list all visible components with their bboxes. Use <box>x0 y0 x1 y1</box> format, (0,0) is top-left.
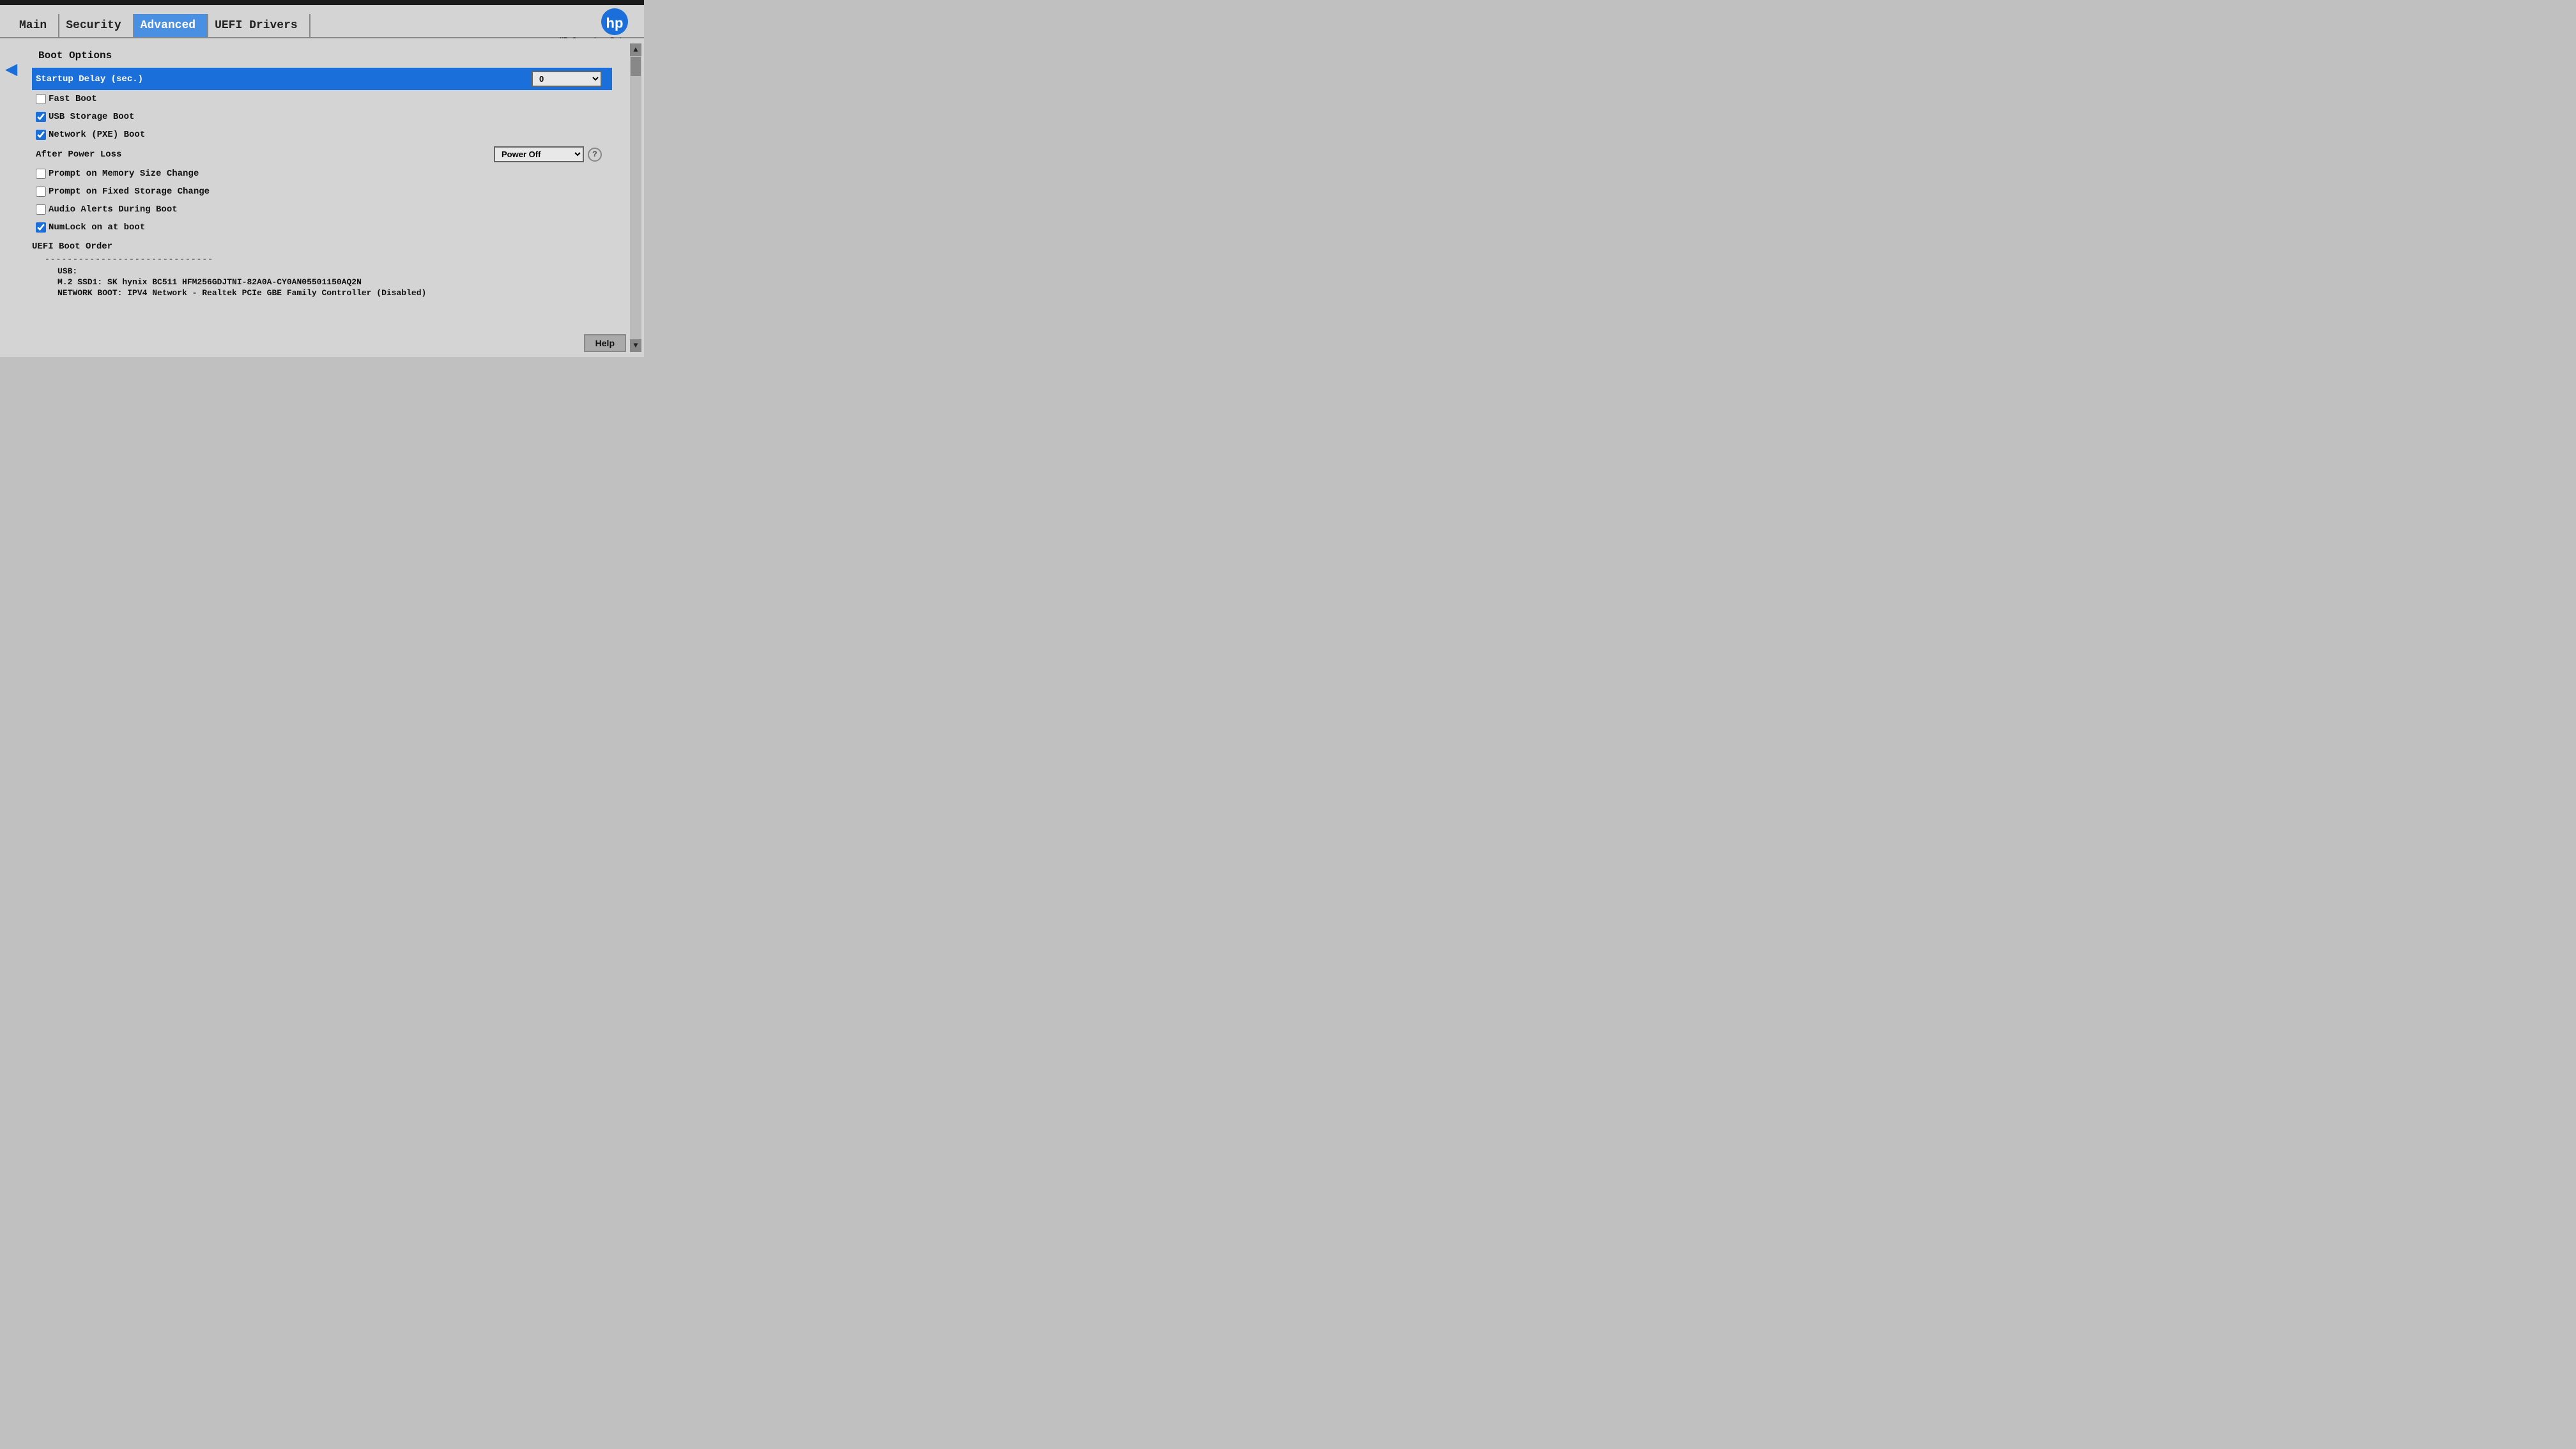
prompt-storage-checkbox[interactable] <box>36 187 46 197</box>
options-list: Startup Delay (sec.) 0 5 10 15 20 30 Fas… <box>32 68 612 236</box>
prompt-storage-row[interactable]: Prompt on Fixed Storage Change <box>32 183 612 201</box>
uefi-item-network[interactable]: NETWORK BOOT: IPV4 Network - Realtek PCI… <box>57 288 625 298</box>
hp-logo-icon: hp <box>598 8 631 36</box>
scroll-track <box>630 56 641 352</box>
usb-storage-boot-checkbox[interactable] <box>36 112 46 122</box>
fast-boot-row[interactable]: Fast Boot <box>32 90 612 108</box>
numlock-label[interactable]: NumLock on at boot <box>36 222 145 233</box>
tab-uefi-drivers[interactable]: UEFI Drivers <box>208 14 310 37</box>
svg-text:hp: hp <box>606 15 624 31</box>
audio-alerts-label[interactable]: Audio Alerts During Boot <box>36 204 178 215</box>
top-bar <box>0 0 644 5</box>
help-button[interactable]: Help <box>584 334 626 352</box>
nav-tabs: Main Security Advanced UEFI Drivers hp H… <box>0 5 644 38</box>
after-power-loss-help-icon[interactable]: ? <box>588 148 602 162</box>
prompt-storage-label[interactable]: Prompt on Fixed Storage Change <box>36 187 210 197</box>
scroll-down-button[interactable]: ▼ <box>630 339 641 352</box>
numlock-row[interactable]: NumLock on at boot <box>32 218 612 236</box>
startup-delay-control[interactable]: 0 5 10 15 20 30 <box>532 71 602 87</box>
after-power-loss-control[interactable]: Power Off Power On Previous State ? <box>494 146 602 162</box>
uefi-item-ssd[interactable]: M.2 SSD1: SK hynix BC511 HFM256GDJTNI-82… <box>57 277 625 287</box>
startup-delay-row[interactable]: Startup Delay (sec.) 0 5 10 15 20 30 <box>32 68 612 90</box>
audio-alerts-row[interactable]: Audio Alerts During Boot <box>32 201 612 218</box>
prompt-memory-label[interactable]: Prompt on Memory Size Change <box>36 169 199 179</box>
prompt-memory-checkbox[interactable] <box>36 169 46 179</box>
prompt-memory-row[interactable]: Prompt on Memory Size Change <box>32 165 612 183</box>
uefi-boot-order-title: UEFI Boot Order <box>32 241 625 252</box>
usb-storage-boot-label[interactable]: USB Storage Boot <box>36 112 134 122</box>
network-pxe-boot-checkbox[interactable] <box>36 130 46 140</box>
network-pxe-boot-row[interactable]: Network (PXE) Boot <box>32 126 612 144</box>
after-power-loss-label: After Power Loss <box>36 150 121 160</box>
audio-alerts-checkbox[interactable] <box>36 204 46 215</box>
section-title: Boot Options <box>38 50 625 61</box>
scroll-thumb[interactable] <box>631 57 641 76</box>
fast-boot-label[interactable]: Fast Boot <box>36 94 97 104</box>
network-pxe-boot-label[interactable]: Network (PXE) Boot <box>36 130 145 140</box>
after-power-loss-select[interactable]: Power Off Power On Previous State <box>494 146 584 162</box>
scrollbar[interactable]: ▲ ▼ <box>630 43 641 352</box>
back-button[interactable]: ◀ <box>5 56 17 82</box>
startup-delay-label: Startup Delay (sec.) <box>36 74 143 84</box>
usb-storage-boot-row[interactable]: USB Storage Boot <box>32 108 612 126</box>
after-power-loss-row[interactable]: After Power Loss Power Off Power On Prev… <box>32 144 612 165</box>
scroll-up-button[interactable]: ▲ <box>630 43 641 56</box>
tab-main[interactable]: Main <box>13 14 59 37</box>
content-area: ◀ Boot Options Startup Delay (sec.) 0 5 … <box>0 38 644 357</box>
numlock-checkbox[interactable] <box>36 222 46 233</box>
tab-advanced[interactable]: Advanced <box>134 14 208 37</box>
uefi-item-usb[interactable]: USB: <box>57 266 625 276</box>
uefi-divider: ------------------------------ <box>45 254 625 264</box>
uefi-boot-order-section: UEFI Boot Order ------------------------… <box>32 241 625 298</box>
fast-boot-checkbox[interactable] <box>36 94 46 104</box>
tab-security[interactable]: Security <box>59 14 134 37</box>
startup-delay-select[interactable]: 0 5 10 15 20 30 <box>532 71 602 87</box>
